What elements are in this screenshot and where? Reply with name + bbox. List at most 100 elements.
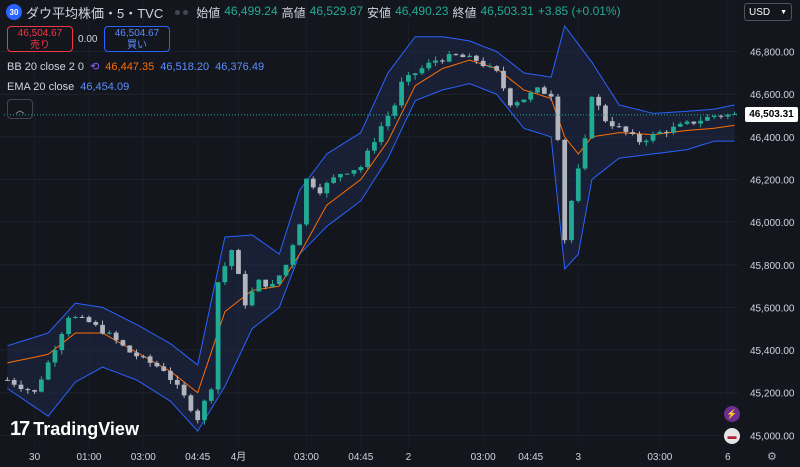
candle-body: [168, 370, 173, 380]
candle-body: [603, 105, 608, 122]
gear-icon[interactable]: ⚙: [767, 450, 777, 463]
candle-body: [535, 87, 540, 93]
time-axis[interactable]: 30 01:00 03:00 04:45 4月 03:00 04:45 2 03:00 04:45…: [29, 451, 731, 463]
collapse-legend-button[interactable]: ︿: [7, 99, 33, 119]
candle-body: [93, 322, 99, 325]
candle-body: [453, 54, 459, 56]
close-label: 終値: [452, 5, 477, 20]
candle-body: [596, 96, 602, 106]
candle-body: [623, 126, 629, 133]
candle-body: [52, 350, 58, 363]
candle-body: [419, 68, 425, 74]
low-label: 安値: [367, 5, 392, 20]
us-flag-icon[interactable]: ▬: [724, 428, 740, 444]
bb-basis-value: 46,447.35: [105, 60, 155, 73]
low-value: 46,490.23: [395, 3, 449, 18]
candle-body: [616, 126, 622, 128]
candle-body: [5, 379, 10, 381]
y-tick-label: 45,200.00: [750, 389, 795, 400]
x-tick-label: 03:00: [294, 452, 319, 463]
candle-body: [331, 177, 336, 183]
logo-text: TradingView: [33, 419, 139, 439]
candle-body: [242, 273, 248, 306]
candle-body: [39, 379, 44, 392]
candle-body: [385, 115, 391, 127]
high-label: 高値: [281, 5, 306, 20]
change-value: +3.85 (+0.01%): [537, 3, 621, 18]
x-tick-label: 03:00: [647, 452, 672, 463]
candle-body: [256, 279, 262, 292]
buy-label: 買い: [127, 40, 147, 51]
candle-body: [310, 178, 316, 188]
y-tick-label: 45,600.00: [750, 303, 795, 314]
symbol-title[interactable]: ダウ平均株価・5・TVC: [26, 3, 163, 22]
high-value: 46,529.87: [309, 3, 364, 18]
open-value: 46,499.24: [224, 3, 278, 18]
x-tick-label: 04:45: [185, 452, 210, 463]
currency-select[interactable]: USD ▼: [744, 3, 792, 21]
candle-body: [494, 66, 500, 71]
x-tick-label: 04:45: [518, 452, 543, 463]
candle-body: [548, 93, 554, 97]
candle-body: [555, 96, 561, 140]
candle-body: [575, 168, 581, 201]
ema-indicator-legend[interactable]: EMA 20 close 46,454.09: [7, 81, 129, 93]
candle-body: [562, 139, 568, 241]
bb-indicator-legend[interactable]: BB 20 close 2 0 ⟲ 46,447.35 46,518.20 46…: [7, 60, 264, 74]
candle-body: [426, 62, 432, 69]
tradingview-logo-icon: 17: [10, 418, 30, 440]
legend-header: 30 ダウ平均株価・5・TVC 始値 46,499.24 高値 46,529.8…: [0, 0, 740, 24]
sell-button[interactable]: 46,504.67 売り: [7, 26, 73, 52]
candle-body: [263, 279, 269, 287]
candle-body: [412, 73, 418, 76]
candle-body: [195, 410, 201, 421]
candle-body: [18, 384, 24, 390]
candle-body: [161, 366, 167, 371]
bb-name: BB 20 close 2 0: [7, 60, 85, 73]
candle-body: [528, 92, 534, 100]
x-tick-label: 3: [576, 452, 582, 463]
candle-body: [134, 352, 139, 357]
candle-body: [276, 275, 282, 284]
candle-body: [473, 55, 479, 61]
flash-icon[interactable]: ⚡: [724, 406, 740, 422]
candle-body: [657, 131, 663, 134]
y-tick-label: 46,200.00: [750, 176, 795, 187]
candle-body: [297, 224, 303, 246]
candle-body: [317, 187, 323, 194]
bb-settings-icon[interactable]: ⟲: [90, 60, 99, 73]
open-label: 始値: [196, 5, 221, 20]
tradingview-logo[interactable]: 17 TradingView: [10, 418, 139, 441]
chevron-down-icon: ▼: [780, 8, 787, 16]
candle-body: [378, 126, 384, 143]
candle-body: [460, 54, 466, 58]
candle-body: [11, 379, 17, 385]
candle-body: [208, 389, 214, 401]
x-tick-label: 03:00: [131, 452, 156, 463]
candle-body: [270, 283, 275, 287]
spread-value: 0.00: [78, 34, 98, 45]
candle-body: [140, 356, 146, 358]
y-tick-label: 46,600.00: [750, 90, 795, 101]
candle-body: [514, 102, 520, 106]
candle-body: [365, 150, 370, 168]
candle-body: [86, 317, 92, 323]
candle-body: [351, 170, 357, 174]
candle-body: [174, 379, 180, 385]
buy-price: 46,504.67: [114, 28, 160, 39]
candle-body: [127, 345, 133, 353]
candle-body: [521, 99, 527, 103]
candle-body: [113, 332, 119, 341]
candle-body: [677, 123, 683, 127]
x-tick-label: 01:00: [76, 452, 101, 463]
currency-label: USD: [749, 6, 771, 18]
sell-label: 売り: [30, 40, 50, 51]
symbol-badge: 30: [6, 4, 22, 20]
ema-name: EMA 20 close: [7, 81, 75, 93]
buy-button[interactable]: 46,504.67 買い: [104, 26, 170, 52]
candle-body: [569, 200, 574, 241]
y-tick-label: 45,800.00: [750, 261, 795, 272]
close-value: 46,503.31: [480, 3, 534, 18]
status-dots-icon: [175, 9, 189, 15]
candle-body: [718, 115, 724, 117]
